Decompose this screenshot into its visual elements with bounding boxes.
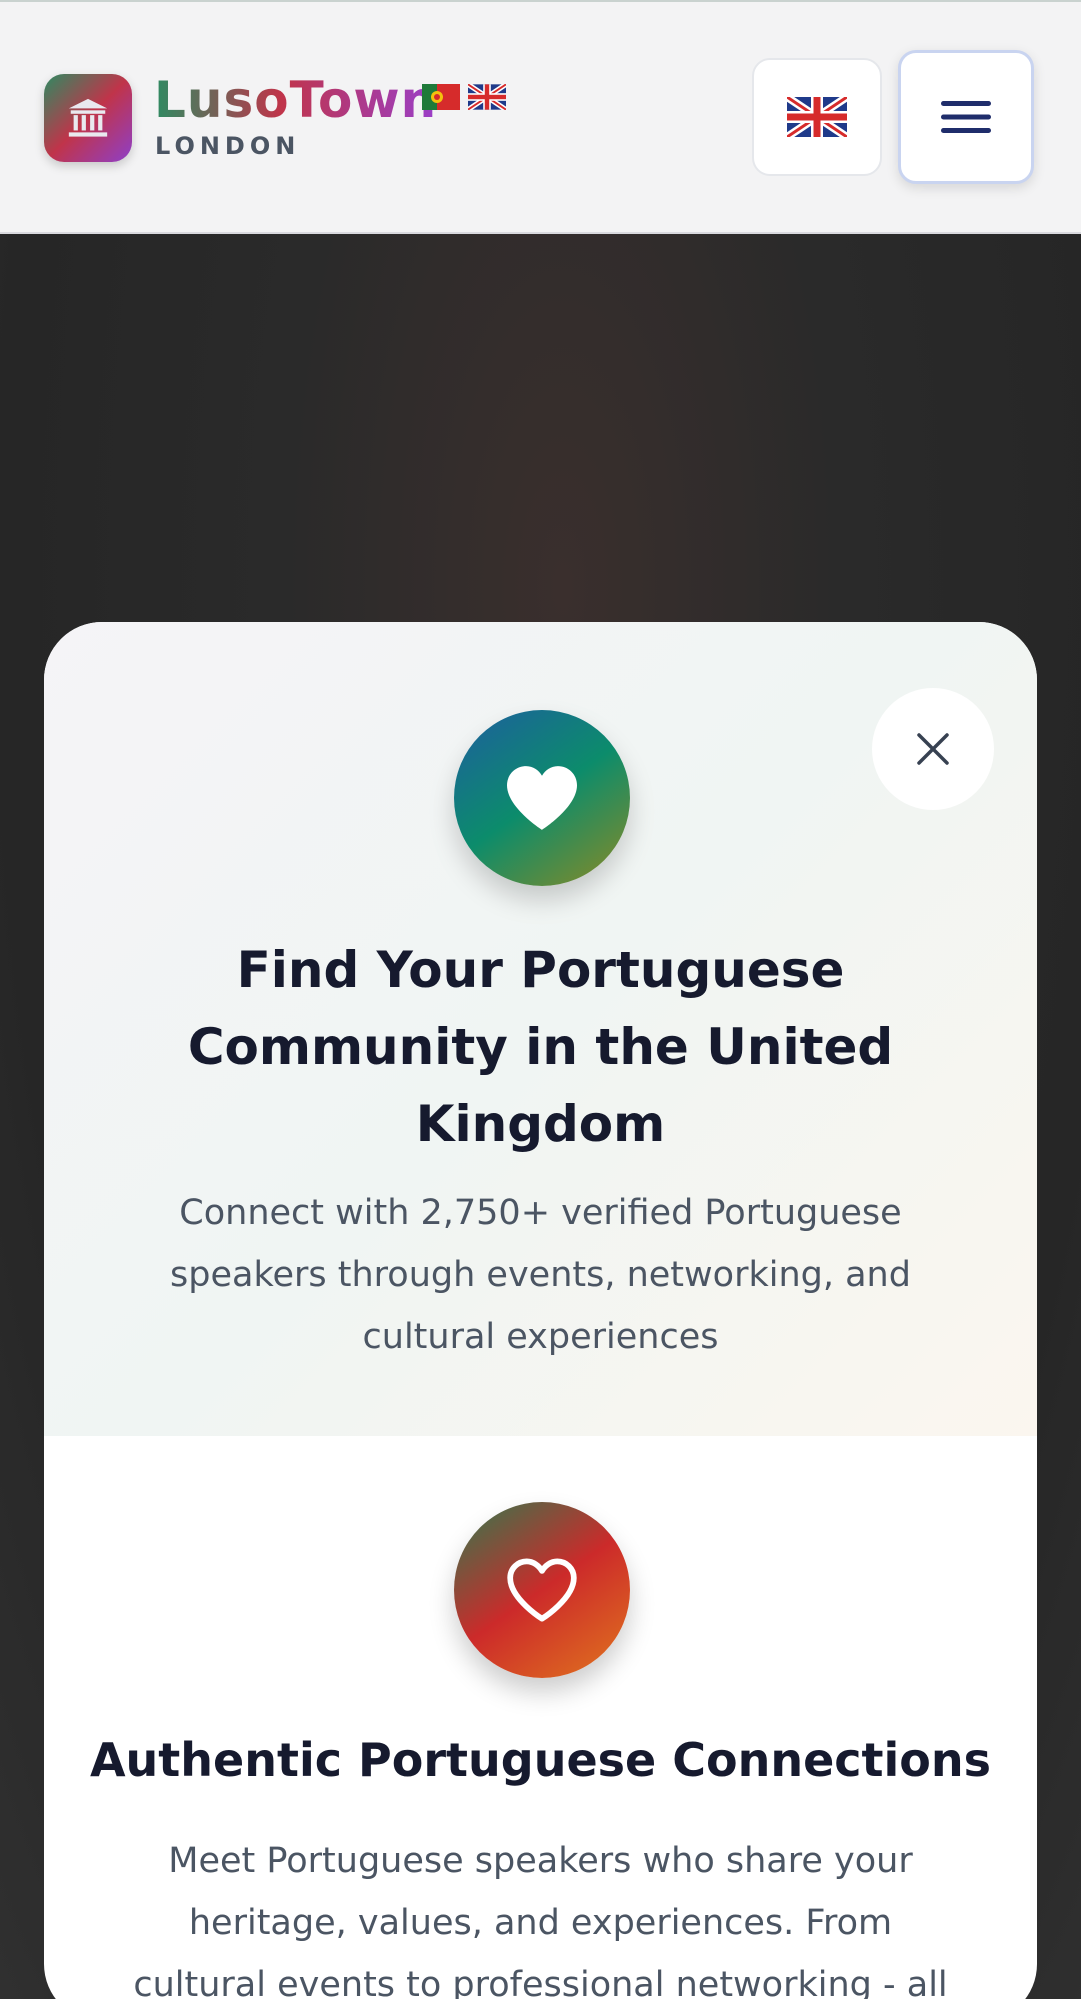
brand-name[interactable]: LusoTown <box>154 70 437 130</box>
close-button[interactable] <box>872 688 994 810</box>
site-header: LusoTown LONDON <box>0 0 1081 234</box>
menu-button[interactable] <box>898 50 1034 184</box>
heart-badge <box>454 710 630 886</box>
brand-flags <box>422 84 506 110</box>
uk-flag-icon <box>787 97 847 137</box>
modal-description: Connect with 2,750+ verified Portuguese … <box>170 1193 911 1357</box>
feature-badge <box>454 1502 630 1678</box>
modal-title: Find Your Portuguese Community in the Un… <box>187 941 894 1153</box>
modal-header: Find Your Portuguese Community in the Un… <box>44 622 1037 1436</box>
welcome-modal: Find Your Portuguese Community in the Un… <box>44 622 1037 1999</box>
logo[interactable] <box>44 74 132 162</box>
heart-icon <box>507 766 577 830</box>
close-icon <box>917 733 949 765</box>
building-columns-icon <box>68 98 108 137</box>
uk-flag-icon <box>468 84 506 110</box>
brand-location: LONDON <box>155 132 301 160</box>
heart-outline-icon <box>507 1558 577 1622</box>
feature-title: Authentic Portuguese Connections <box>89 1733 992 1787</box>
language-switch-button[interactable] <box>752 58 882 176</box>
hamburger-menu-icon <box>941 101 991 133</box>
portugal-flag-icon <box>422 84 460 110</box>
feature-description: Meet Portuguese speakers who share your … <box>133 1841 948 1999</box>
